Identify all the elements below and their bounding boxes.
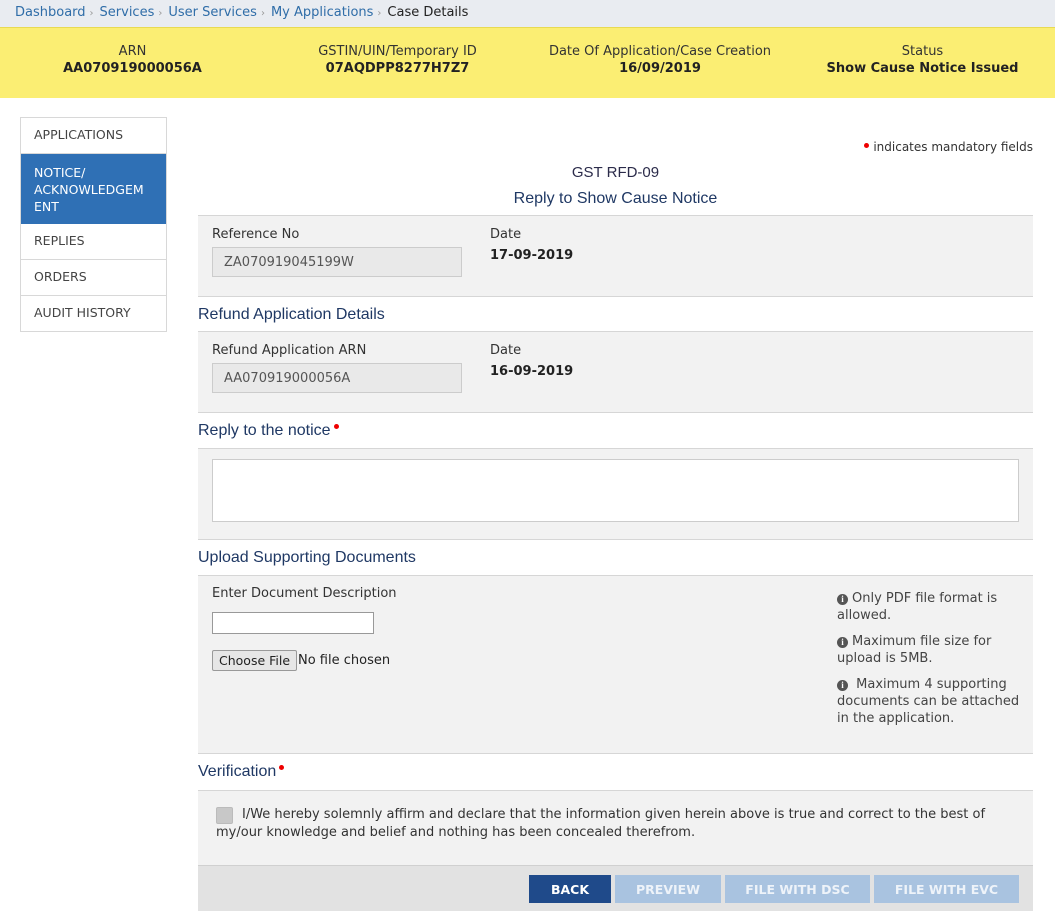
file-with-evc-button[interactable]: FILE WITH EVC [874,875,1019,903]
reference-no-label: Reference No [212,227,300,242]
verification-section-title-text: Verification [198,763,277,780]
chevron-right-icon: › [158,8,163,19]
mandatory-note: indicates mandatory fields [864,140,1033,154]
action-button-bar: BACK PREVIEW FILE WITH DSC FILE WITH EVC [198,865,1033,911]
status-value: Show Cause Notice Issued [826,61,1019,76]
required-dot-icon [333,424,339,429]
sidebar-item-replies[interactable]: REPLIES [21,224,166,260]
reply-section-title-text: Reply to the notice [198,422,331,439]
reply-panel [198,448,1033,540]
required-dot-icon [279,765,285,770]
gstin-value: 07AQDPP8277H7Z7 [325,61,470,76]
breadcrumb-services[interactable]: Services [100,5,155,20]
sidebar-nav: APPLICATIONS NOTICE/ACKNOWLEDGEM ENT REPL… [20,117,167,332]
refund-section-title: Refund Application Details [198,306,385,323]
gstin-label: GSTIN/UIN/Temporary ID [318,44,477,59]
refund-arn-label: Refund Application ARN [212,343,367,358]
form-subtitle: Reply to Show Cause Notice [513,190,718,207]
chevron-right-icon: › [377,8,382,19]
file-with-dsc-button[interactable]: FILE WITH DSC [725,875,870,903]
breadcrumb-dashboard[interactable]: Dashboard [15,5,86,20]
mandatory-note-text: indicates mandatory fields [873,140,1033,154]
verification-panel: I/We hereby solemnly affirm and declare … [198,790,1033,866]
info-icon: i [837,637,848,648]
arn-value: AA070919000056A [63,61,202,76]
verification-text: I/We hereby solemnly affirm and declare … [216,807,986,840]
info-max-size-text: Maximum file size for upload is 5MB. [837,634,992,666]
chevron-right-icon: › [260,8,265,19]
status-block: Status Show Cause Notice Issued [815,43,1030,77]
reference-date-value: 17-09-2019 [490,248,574,263]
breadcrumb-my-applications[interactable]: My Applications [271,5,373,20]
refund-date-value: 16-09-2019 [490,364,574,379]
upload-panel: Enter Document Description Choose File N… [198,575,1033,754]
reference-panel: Reference No Date 17-09-2019 [198,215,1033,297]
reference-date-label: Date [490,227,522,242]
info-max-docs: i Maximum 4 supporting documents can be … [837,676,1022,727]
application-date-label: Date Of Application/Case Creation [548,44,772,59]
breadcrumb-user-services[interactable]: User Services [168,5,257,20]
sidebar-item-applications[interactable]: APPLICATIONS [21,118,166,154]
form-title: GST RFD-09 [571,164,660,181]
chevron-right-icon: › [89,8,94,19]
verification-section-title: Verification [198,763,285,781]
required-dot-icon [864,143,870,148]
info-icon: i [837,594,848,605]
breadcrumb: Dashboard › Services › User Services › My Appl… [0,0,1055,27]
arn-label: ARN [118,44,147,59]
doc-description-label: Enter Document Description [212,586,397,601]
reply-textarea[interactable] [212,459,1019,522]
info-max-size: i Maximum file size for upload is 5MB. [837,633,1022,667]
refund-date-label: Date [490,343,522,358]
info-icon: i [837,680,848,691]
breadcrumb-current: Case Details [387,5,469,20]
upload-info-list: i Only PDF file format is allowed. i Maxim… [837,590,1022,736]
upload-section-title: Upload Supporting Documents [198,549,416,566]
sidebar-item-audit-history[interactable]: AUDIT HISTORY [21,296,166,332]
back-button[interactable]: BACK [529,875,611,903]
gstin-block: GSTIN/UIN/Temporary ID 07AQDPP8277H7Z7 [300,43,495,77]
status-label: Status [901,44,944,59]
preview-button[interactable]: PREVIEW [615,875,721,903]
choose-file-button[interactable]: Choose File [212,650,298,671]
no-file-text: No file chosen [298,653,391,668]
info-pdf-format-text: Only PDF file format is allowed. [837,591,998,623]
doc-description-input[interactable] [212,612,374,634]
refund-panel: Refund Application ARN Date 16-09-2019 [198,331,1033,413]
sidebar-item-orders[interactable]: ORDERS [21,260,166,296]
arn-block: ARN AA070919000056A [40,43,225,77]
info-pdf-format: i Only PDF file format is allowed. [837,590,1022,624]
application-date-block: Date Of Application/Case Creation 16/09/… [540,43,780,77]
reply-section-title: Reply to the notice [198,422,339,440]
sidebar-item-notice-acknowledgement[interactable]: NOTICE/ACKNOWLEDGEM ENT [21,154,166,224]
info-max-docs-text: Maximum 4 supporting documents can be at… [837,677,1020,726]
refund-arn-input[interactable] [212,363,462,393]
application-date-value: 16/09/2019 [619,61,701,76]
case-header: ARN AA070919000056A GSTIN/UIN/Temporary … [0,27,1055,98]
verification-checkbox[interactable] [216,807,233,824]
reference-no-input[interactable] [212,247,462,277]
